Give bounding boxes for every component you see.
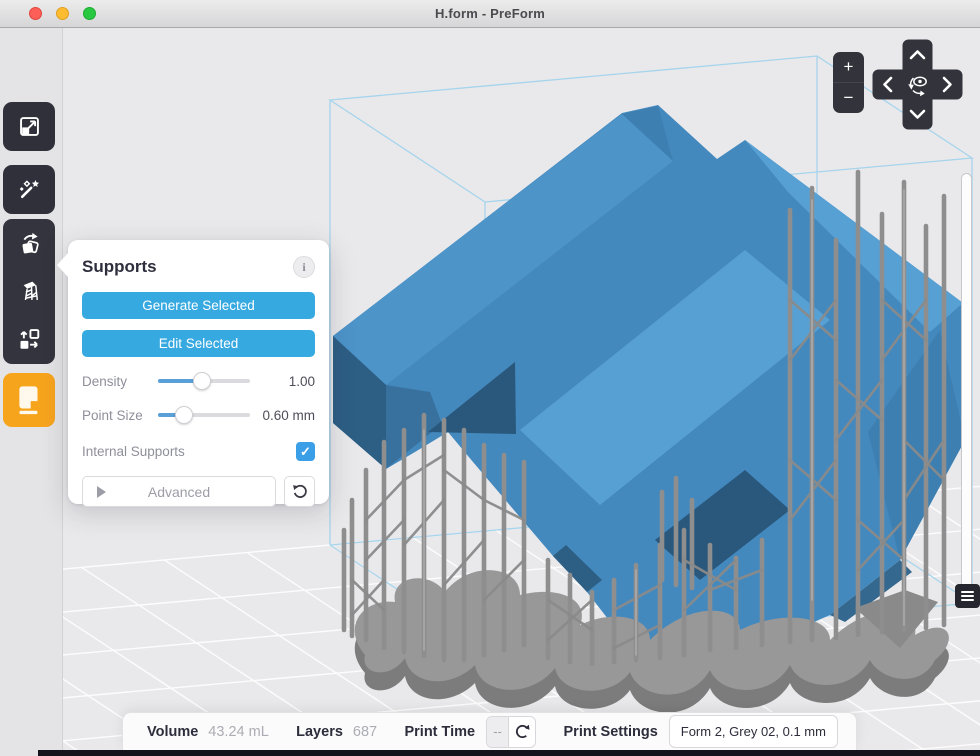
zoom-control: + − xyxy=(833,52,864,113)
recalculate-button[interactable] xyxy=(509,717,535,747)
advanced-button[interactable]: Advanced xyxy=(82,476,276,507)
layer-slider-handle[interactable] xyxy=(955,584,980,608)
zoom-button[interactable] xyxy=(83,7,96,20)
point-size-label: Point Size xyxy=(82,408,158,423)
close-button[interactable] xyxy=(29,7,42,20)
advanced-label: Advanced xyxy=(148,484,210,500)
generate-selected-button[interactable]: Generate Selected xyxy=(82,292,315,319)
minimize-button[interactable] xyxy=(56,7,69,20)
print-settings-selector[interactable]: Form 2, Grey 02, 0.1 mm xyxy=(669,715,838,748)
internal-supports-checkbox[interactable]: ✓ xyxy=(296,442,315,461)
layout-icon xyxy=(16,326,43,353)
panel-title: Supports xyxy=(82,257,157,277)
layers-label: Layers xyxy=(296,724,343,740)
internal-supports-label: Internal Supports xyxy=(82,444,185,459)
title-bar: H.form - PreForm xyxy=(0,0,980,28)
expand-triangle-icon xyxy=(97,486,106,498)
magic-wand-icon xyxy=(16,176,43,203)
volume-label: Volume xyxy=(147,724,198,740)
print-time-control: -- xyxy=(486,716,536,748)
density-value: 1.00 xyxy=(250,374,315,389)
density-row: Density 1.00 xyxy=(82,371,315,391)
zoom-out-button[interactable]: − xyxy=(833,82,864,113)
slider-thumb[interactable] xyxy=(193,372,211,390)
layers-group: Layers 687 xyxy=(296,724,377,740)
orient-tool-button[interactable] xyxy=(3,219,55,267)
preform-window: H.form - PreForm xyxy=(0,0,980,756)
volume-group: Volume 43.24 mL xyxy=(147,724,269,740)
handle-grip-icon xyxy=(961,591,974,593)
status-bar: Volume 43.24 mL Layers 687 Print Time --… xyxy=(122,712,857,750)
layers-value: 687 xyxy=(353,724,377,740)
view-dpad xyxy=(871,38,964,131)
print-time-group: Print Time -- xyxy=(404,716,536,748)
resin-cartridge-icon xyxy=(14,383,44,417)
point-size-slider[interactable] xyxy=(158,406,250,424)
reset-button[interactable] xyxy=(284,476,315,507)
handle-grip-icon xyxy=(961,599,974,601)
print-time-value: -- xyxy=(487,717,509,747)
layer-slider-track[interactable] xyxy=(961,173,972,591)
resize-icon xyxy=(16,113,43,140)
refresh-icon xyxy=(514,723,531,740)
layout-tool-button[interactable] xyxy=(3,316,55,364)
tool-group xyxy=(3,219,55,364)
print-settings-label: Print Settings xyxy=(564,724,658,740)
slider-thumb[interactable] xyxy=(175,406,193,424)
rotate-icon xyxy=(16,230,43,257)
panel-pointer xyxy=(57,253,68,277)
window-title: H.form - PreForm xyxy=(435,6,545,21)
volume-value: 43.24 mL xyxy=(208,724,268,740)
print-time-label: Print Time xyxy=(404,724,475,740)
point-size-value: 0.60 mm xyxy=(250,408,315,423)
internal-supports-row: Internal Supports ✓ xyxy=(82,442,315,461)
print-settings-group: Print Settings Form 2, Grey 02, 0.1 mm xyxy=(564,715,838,748)
one-click-print-tool-button[interactable] xyxy=(3,165,55,214)
printer-material-button[interactable] xyxy=(3,373,55,427)
density-slider[interactable] xyxy=(158,372,250,390)
edit-selected-button[interactable]: Edit Selected xyxy=(82,330,315,357)
handle-grip-icon xyxy=(961,595,974,597)
zoom-in-button[interactable]: + xyxy=(833,52,864,82)
info-button[interactable]: i xyxy=(293,256,315,278)
point-size-row: Point Size 0.60 mm xyxy=(82,405,315,425)
tool-strip xyxy=(0,28,63,756)
traffic-lights xyxy=(29,7,96,20)
density-label: Density xyxy=(82,374,158,389)
scale-tool-button[interactable] xyxy=(3,102,55,151)
bottom-edge-strip xyxy=(38,750,980,756)
supports-panel: Supports i Generate Selected Edit Select… xyxy=(68,240,329,504)
supports-tool-button[interactable] xyxy=(3,267,55,315)
supports-icon xyxy=(16,278,43,305)
reset-icon xyxy=(291,483,308,500)
